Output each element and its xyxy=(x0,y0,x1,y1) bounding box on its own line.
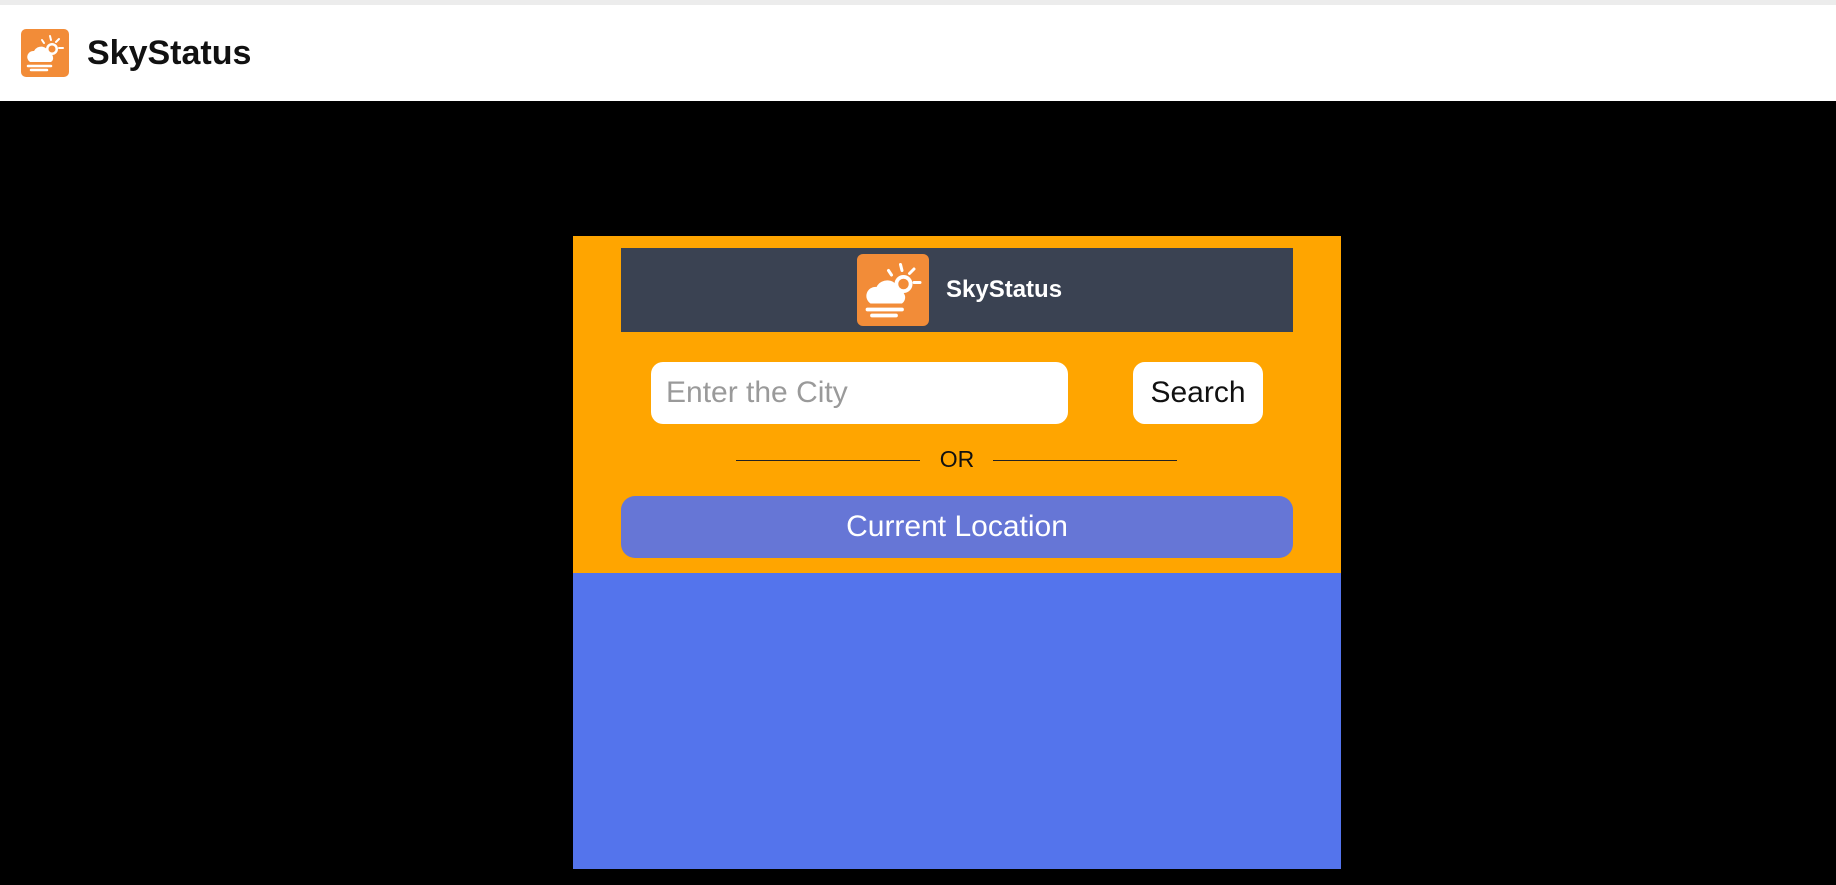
partly-cloudy-sun-icon xyxy=(857,254,929,326)
top-bar: SkyStatus xyxy=(0,0,1836,101)
card-header-title: SkyStatus xyxy=(946,276,1063,303)
partly-cloudy-sun-icon xyxy=(21,29,69,77)
weather-results-panel xyxy=(573,573,1341,869)
search-button[interactable]: Search xyxy=(1133,362,1263,424)
weather-card: SkyStatus Search OR Current Location xyxy=(573,236,1341,869)
divider-line-right xyxy=(993,460,1177,461)
search-panel: SkyStatus Search OR Current Location xyxy=(573,236,1341,573)
app-title: SkyStatus xyxy=(87,34,252,72)
or-divider-label: OR xyxy=(939,446,975,472)
current-location-button[interactable]: Current Location xyxy=(621,496,1293,558)
card-header: SkyStatus xyxy=(621,248,1293,332)
city-search-input[interactable] xyxy=(651,362,1068,424)
divider-line-left xyxy=(736,460,920,461)
